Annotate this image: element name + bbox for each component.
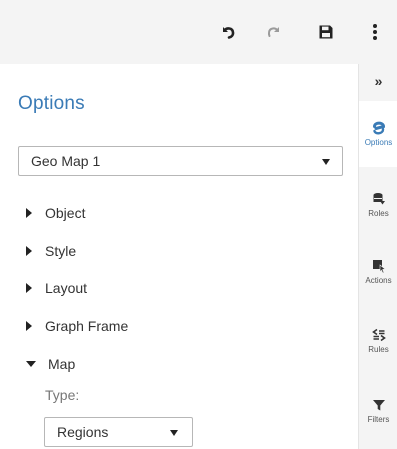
rail-tab-filters[interactable]: Filters	[359, 378, 397, 444]
section-label: Object	[45, 205, 86, 221]
section-label: Style	[45, 243, 77, 259]
map-type-value: Regions	[57, 424, 109, 440]
save-icon	[319, 25, 333, 39]
section-layout[interactable]: Layout	[26, 277, 87, 299]
section-graph-frame[interactable]: Graph Frame	[26, 315, 128, 337]
rules-icon	[371, 328, 386, 342]
options-panel: Options Geo Map 1 Object Style Layout Gr…	[0, 64, 358, 449]
expand-arrow-icon	[26, 246, 32, 256]
map-type-label: Type:	[45, 387, 80, 403]
more-options-button[interactable]	[362, 18, 388, 46]
chevron-down-icon	[170, 430, 178, 436]
expand-arrow-icon	[26, 321, 32, 331]
collapse-arrow-icon	[26, 361, 36, 367]
rail-tab-label: Options	[364, 138, 393, 147]
rail-tab-label: Roles	[368, 209, 389, 218]
expand-arrow-icon	[26, 283, 32, 293]
top-toolbar	[0, 0, 397, 64]
rail-tab-roles[interactable]: Roles	[359, 172, 397, 238]
object-select[interactable]: Geo Map 1	[18, 146, 343, 176]
undo-icon	[223, 27, 235, 39]
right-rail: » Options Roles Actions Rules Filters	[358, 64, 397, 449]
actions-icon	[372, 260, 386, 273]
redo-button[interactable]	[261, 18, 287, 46]
section-label: Graph Frame	[45, 318, 129, 334]
rail-tab-label: Actions	[365, 276, 392, 285]
roles-icon	[373, 193, 385, 205]
expand-arrow-icon	[26, 208, 32, 218]
rail-tab-options[interactable]: Options	[359, 101, 397, 167]
rail-tab-label: Rules	[368, 345, 389, 354]
redo-icon	[267, 27, 279, 37]
collapse-rail-button[interactable]: »	[359, 64, 397, 97]
rail-tab-label: Filters	[367, 415, 390, 424]
undo-button[interactable]	[215, 18, 241, 46]
section-map[interactable]: Map	[26, 353, 75, 375]
rail-tab-actions[interactable]: Actions	[359, 239, 397, 305]
chevron-down-icon	[322, 159, 330, 165]
rail-tab-rules[interactable]: Rules	[359, 308, 397, 374]
save-button[interactable]	[313, 18, 339, 46]
section-object[interactable]: Object	[26, 202, 85, 224]
section-style[interactable]: Style	[26, 240, 76, 262]
map-type-select[interactable]: Regions	[44, 417, 193, 447]
filter-icon	[372, 400, 385, 411]
section-label: Layout	[45, 280, 88, 296]
object-select-value: Geo Map 1	[31, 153, 101, 169]
more-vertical-icon	[373, 24, 377, 40]
section-label: Map	[48, 356, 76, 372]
options-icon	[372, 121, 385, 135]
panel-title: Options	[18, 93, 85, 114]
